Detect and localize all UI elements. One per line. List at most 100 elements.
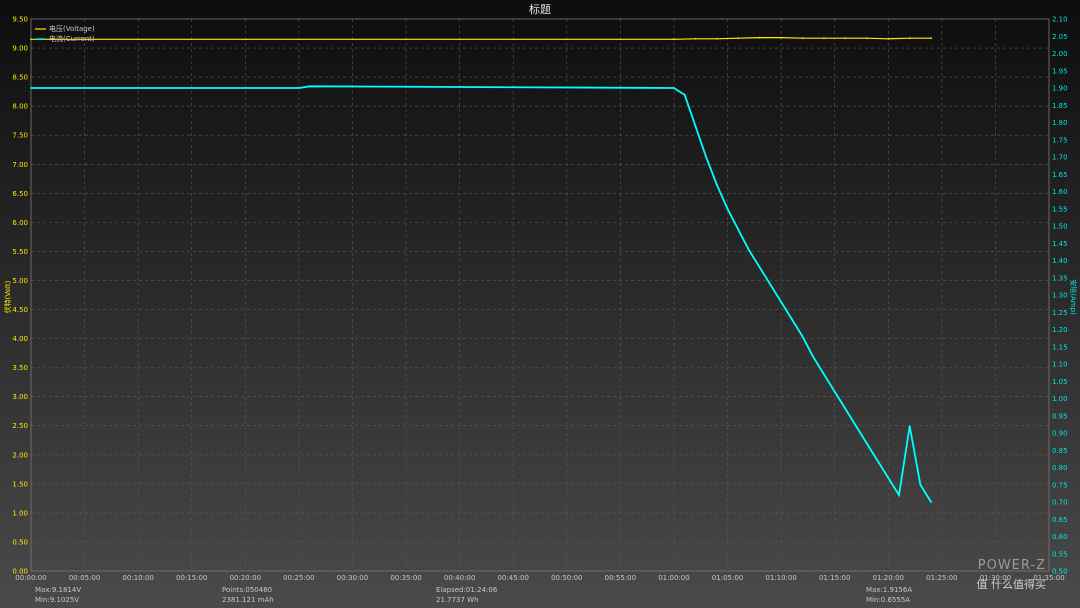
legend-label: 电流(Current) [49, 34, 95, 43]
current-data-point [833, 390, 836, 393]
x-tick-label: 00:30:00 [337, 574, 368, 582]
current-data-point [705, 156, 707, 158]
y-right-tick-label: 0.95 [1052, 412, 1068, 420]
y-right-tick-label: 1.80 [1052, 119, 1068, 127]
current-data-point [930, 501, 933, 503]
current-data-point [737, 228, 740, 231]
y-left-tick-label: 2.00 [12, 451, 28, 459]
current-data-point [844, 407, 847, 410]
y-right-tick-label: 1.15 [1052, 343, 1068, 351]
y-right-tick-label: 1.55 [1052, 205, 1068, 213]
current-data-point [683, 94, 686, 96]
stat-points: Points:050460 [222, 586, 272, 594]
y-right-tick-label: 1.20 [1052, 326, 1068, 334]
current-data-point [855, 425, 858, 427]
x-tick-label: 01:00:00 [658, 574, 689, 582]
current-data-point [758, 266, 761, 269]
y-left-tick-label: 8.50 [12, 74, 28, 82]
current-data-point [308, 85, 311, 88]
y-right-tick-label: 1.70 [1052, 154, 1068, 162]
x-tick-label: 00:05:00 [69, 574, 100, 582]
current-data-point [297, 87, 300, 89]
x-tick-label: 01:10:00 [765, 574, 796, 582]
x-tick-label: 00:45:00 [497, 574, 528, 582]
current-data-point [876, 459, 879, 462]
chart-window: 标题 0.00 0.50 1.00 1.50 2.00 2.50 3.00 3.50 4.00 4.… [0, 0, 1080, 608]
y-right-tick-label: 0.90 [1052, 430, 1068, 438]
voltage-data-point [673, 38, 675, 41]
voltage-data-point [737, 37, 740, 40]
y-right-tick-label: 0.85 [1052, 447, 1068, 455]
y-right-tick-label: 1.05 [1052, 378, 1068, 386]
legend-label: 电压(Voltage) [49, 24, 95, 33]
voltage-data-point [715, 37, 718, 40]
y-left-tick-label: 1.50 [12, 480, 28, 488]
y-left-tick-label: 0.50 [12, 538, 28, 546]
y-right-tick-label: 1.85 [1052, 102, 1068, 110]
current-data-point [887, 476, 890, 479]
voltage-current-chart: 标题0.000.501.001.502.002.503.003.504.004.… [0, 0, 1080, 608]
y-left-tick-label: 9.50 [12, 16, 28, 24]
y-right-tick-label: 1.30 [1052, 292, 1068, 300]
y-right-tick-label: 1.65 [1052, 171, 1068, 179]
stat-v_max: Max:9.1814V [35, 586, 81, 594]
stat-energy: 21.7737 Wh [436, 596, 479, 604]
current-data-point [812, 356, 815, 358]
voltage-data-point [801, 37, 804, 40]
current-data-point [715, 183, 718, 186]
chart-background [0, 0, 1080, 608]
voltage-data-point [780, 36, 783, 39]
y-right-tick-label: 0.70 [1052, 499, 1068, 507]
y-right-tick-label: 0.60 [1052, 533, 1068, 541]
y-axis-left-label: 伏特(Volt) [3, 280, 12, 313]
current-data-point [769, 283, 772, 286]
y-left-tick-label: 9.00 [12, 45, 28, 53]
x-tick-label: 01:20:00 [873, 574, 904, 582]
current-data-point [694, 125, 697, 127]
voltage-data-point [694, 37, 697, 40]
current-data-point [30, 87, 32, 89]
y-right-tick-label: 2.05 [1052, 33, 1068, 41]
voltage-data-point [908, 37, 911, 40]
y-right-tick-label: 1.60 [1052, 188, 1068, 196]
y-left-tick-label: 8.00 [12, 103, 28, 111]
x-tick-label: 00:40:00 [444, 574, 475, 582]
current-data-point [748, 249, 750, 252]
y-right-tick-label: 1.00 [1052, 395, 1068, 403]
stat-capacity: 2381.121 mAh [222, 596, 274, 604]
current-data-point [919, 483, 922, 486]
stat-v_min: Min:9.1025V [35, 596, 79, 604]
y-right-tick-label: 2.10 [1052, 16, 1068, 24]
current-data-point [898, 494, 900, 496]
current-data-point [780, 301, 783, 303]
voltage-data-point [844, 37, 847, 40]
x-tick-label: 00:10:00 [122, 574, 153, 582]
voltage-data-point [30, 38, 32, 41]
y-right-tick-label: 1.45 [1052, 240, 1068, 248]
voltage-data-point [930, 37, 933, 40]
y-right-tick-label: 0.80 [1052, 464, 1068, 472]
y-left-tick-label: 3.50 [12, 364, 28, 372]
y-left-tick-label: 2.50 [12, 422, 28, 430]
y-axis-right-label: 安培(Amp) [1069, 279, 1078, 315]
y-right-tick-label: 1.35 [1052, 274, 1068, 282]
y-left-tick-label: 7.50 [12, 132, 28, 140]
current-data-point [726, 207, 729, 210]
y-left-tick-label: 5.00 [12, 277, 28, 285]
y-right-tick-label: 0.75 [1052, 481, 1068, 489]
y-right-tick-label: 1.90 [1052, 85, 1068, 93]
x-tick-label: 00:35:00 [390, 574, 421, 582]
stat-a_min: Min:0.6555A [866, 596, 910, 604]
y-left-tick-label: 6.00 [12, 219, 28, 227]
x-tick-label: 01:05:00 [712, 574, 743, 582]
y-left-tick-label: 6.50 [12, 190, 28, 198]
x-tick-label: 00:20:00 [230, 574, 261, 582]
stat-a_max: Max:1.9156A [866, 586, 912, 594]
y-right-tick-label: 1.25 [1052, 309, 1068, 317]
y-right-tick-label: 1.10 [1052, 361, 1068, 369]
voltage-data-point [758, 36, 761, 39]
watermark-site: 值 什么值得买 [977, 578, 1047, 591]
y-right-tick-label: 1.95 [1052, 67, 1068, 75]
y-left-tick-label: 7.00 [12, 161, 28, 169]
voltage-data-point [865, 37, 868, 40]
